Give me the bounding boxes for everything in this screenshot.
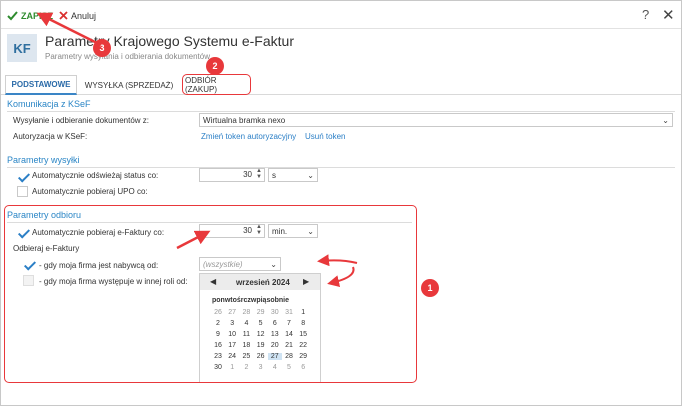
arrow-to-save (36, 12, 102, 47)
arrow-to-fetch-interval (176, 230, 211, 250)
dialog-window: ZAPISZ Anuluj ? ✕ KF Parametry Krajowego… (0, 0, 682, 406)
arrow-to-buyer-select (317, 254, 358, 267)
annotation-arrows (36, 12, 358, 288)
arrow-to-calendar (327, 266, 355, 288)
